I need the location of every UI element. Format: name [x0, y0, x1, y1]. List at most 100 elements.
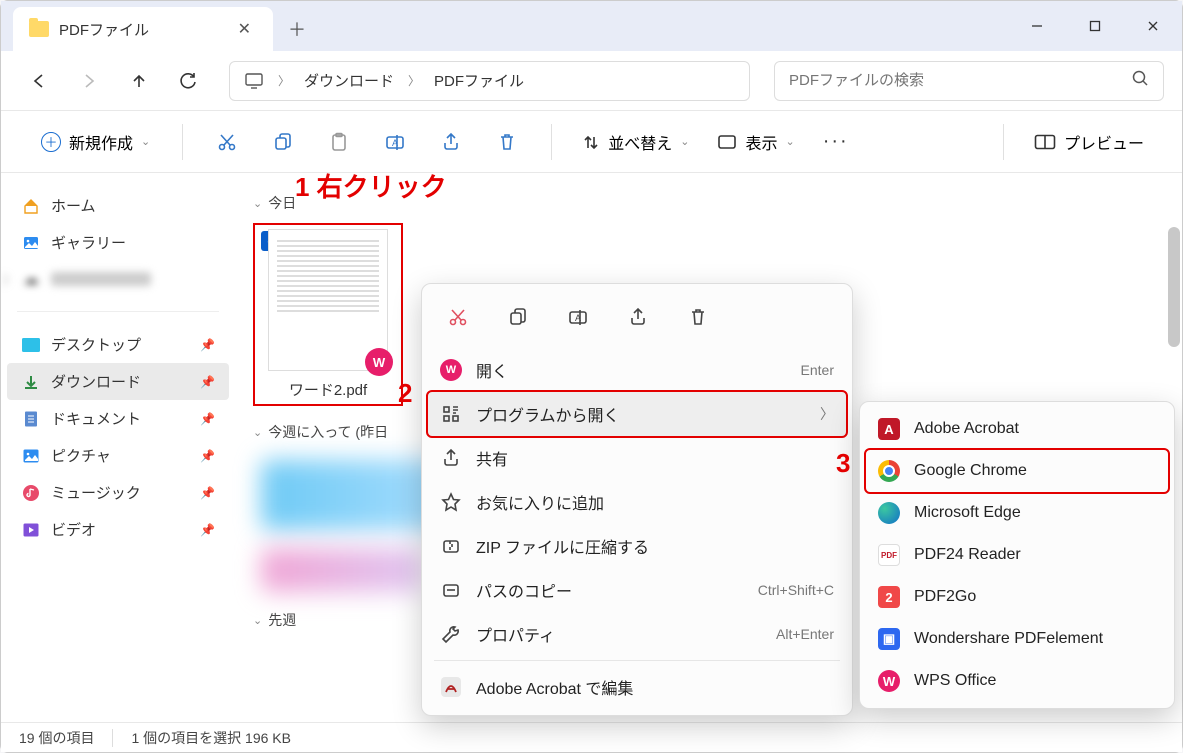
sort-label: 並べ替え — [608, 130, 672, 154]
sidebar-item-gallery[interactable]: ギャラリー — [7, 224, 229, 261]
paste-button — [315, 122, 363, 162]
copy-button[interactable] — [492, 296, 544, 338]
sidebar-label: ホーム — [51, 195, 96, 216]
sidebar-item-music[interactable]: ミュージック 📌 — [7, 474, 229, 511]
folder-icon — [29, 21, 49, 37]
forward-button[interactable] — [69, 61, 109, 101]
address-bar[interactable]: 〉 ダウンロード 〉 PDFファイル — [229, 61, 750, 101]
video-icon — [21, 520, 41, 540]
breadcrumb-seg-2[interactable]: PDFファイル — [434, 70, 524, 91]
delete-button[interactable] — [672, 296, 724, 338]
sidebar-item-documents[interactable]: ドキュメント 📌 — [7, 400, 229, 437]
search-box[interactable] — [774, 61, 1164, 101]
group-label: 先週 — [268, 610, 296, 630]
sidebar-item-desktop[interactable]: デスクトップ 📌 — [7, 326, 229, 363]
preview-button[interactable]: プレビュー — [1024, 124, 1154, 160]
sidebar-item-videos[interactable]: ビデオ 📌 — [7, 511, 229, 548]
chevron-down-icon: ⌄ — [141, 135, 150, 148]
submenu-acrobat[interactable]: A Adobe Acrobat — [866, 408, 1168, 450]
sidebar-item-hidden[interactable]: 〉 ☁ — [7, 261, 229, 297]
refresh-button[interactable] — [169, 61, 209, 101]
document-icon — [21, 409, 41, 429]
context-label: Adobe Acrobat で編集 — [476, 675, 633, 699]
tab-close-button[interactable]: ✕ — [232, 15, 257, 43]
zip-icon — [440, 535, 462, 557]
rename-button[interactable]: A — [371, 122, 419, 162]
submenu-wondershare[interactable]: ▣ Wondershare PDFelement — [866, 618, 1168, 660]
submenu-wps[interactable]: W WPS Office — [866, 660, 1168, 702]
new-tab-button[interactable]: ＋ — [273, 7, 321, 51]
sidebar-item-downloads[interactable]: ダウンロード 📌 — [7, 363, 229, 400]
sidebar-item-home[interactable]: ホーム — [7, 187, 229, 224]
window-controls — [1008, 1, 1182, 51]
delete-button[interactable] — [483, 122, 531, 162]
new-button[interactable]: ＋ 新規作成 ⌄ — [29, 124, 162, 160]
sidebar-item-pictures[interactable]: ピクチャ 📌 — [7, 437, 229, 474]
shortcut-label: Alt+Enter — [776, 626, 834, 642]
pin-icon: 📌 — [200, 375, 215, 389]
plus-icon: ＋ — [41, 132, 61, 152]
pdf24-icon: PDF — [878, 544, 900, 566]
submenu-pdf2go[interactable]: 2 PDF2Go — [866, 576, 1168, 618]
wondershare-icon: ▣ — [878, 628, 900, 650]
context-zip[interactable]: ZIP ファイルに圧縮する — [428, 524, 846, 568]
up-button[interactable] — [119, 61, 159, 101]
sidebar-label: ギャラリー — [51, 232, 126, 253]
context-label: 開く — [476, 358, 508, 382]
sidebar-label: ピクチャ — [51, 445, 111, 466]
submenu-label: Adobe Acrobat — [914, 420, 1019, 438]
breadcrumb-seg-1[interactable]: ダウンロード — [304, 70, 394, 91]
minimize-button[interactable] — [1008, 1, 1066, 51]
maximize-button[interactable] — [1066, 1, 1124, 51]
submenu-edge[interactable]: Microsoft Edge — [866, 492, 1168, 534]
context-open[interactable]: W 開く Enter — [428, 348, 846, 392]
scrollbar[interactable] — [1168, 227, 1180, 347]
cut-button[interactable] — [203, 122, 251, 162]
toolbar-separator — [1003, 124, 1004, 160]
close-button[interactable] — [1124, 1, 1182, 51]
copy-button[interactable] — [259, 122, 307, 162]
submenu-label: WPS Office — [914, 672, 996, 690]
cloud-icon: ☁ — [21, 269, 41, 289]
submenu-pdf24[interactable]: PDF PDF24 Reader — [866, 534, 1168, 576]
toolbar-separator — [551, 124, 552, 160]
chevron-down-icon: ⌄ — [253, 426, 262, 439]
chevron-right-icon: 〉 — [3, 271, 15, 288]
pictures-icon — [21, 446, 41, 466]
share-button[interactable] — [427, 122, 475, 162]
sidebar-label: ダウンロード — [51, 371, 141, 392]
navbar: 〉 ダウンロード 〉 PDFファイル — [1, 51, 1182, 111]
context-favorite[interactable]: お気に入りに追加 — [428, 480, 846, 524]
view-button[interactable]: 表示 ⌄ — [707, 124, 804, 160]
submenu-chrome[interactable]: Google Chrome — [864, 448, 1170, 494]
context-acrobat-edit[interactable]: Adobe Acrobat で編集 — [428, 665, 846, 709]
file-name-label: ワード2.pdf — [259, 379, 397, 400]
chevron-down-icon: ⌄ — [785, 135, 794, 148]
cut-button[interactable] — [432, 296, 484, 338]
sidebar-label: デスクトップ — [51, 334, 141, 355]
pin-icon: 📌 — [200, 412, 215, 426]
context-share[interactable]: 共有 — [428, 436, 846, 480]
properties-icon — [440, 623, 462, 645]
back-button[interactable] — [19, 61, 59, 101]
context-menu: A W 開く Enter 2 プログラムから開く 〉 共有 お気に入りに追加 Z… — [421, 283, 853, 716]
rename-button[interactable]: A — [552, 296, 604, 338]
share-button[interactable] — [612, 296, 664, 338]
sort-button[interactable]: 並べ替え ⌄ — [572, 124, 699, 160]
more-button[interactable]: ··· — [813, 124, 859, 159]
context-properties[interactable]: プロパティ Alt+Enter — [428, 612, 846, 656]
search-input[interactable] — [789, 72, 1131, 89]
file-thumbnail: W — [268, 229, 388, 371]
search-icon[interactable] — [1131, 69, 1149, 92]
context-open-with[interactable]: プログラムから開く 〉 — [426, 390, 848, 438]
status-count: 19 個の項目 — [19, 728, 94, 748]
context-copy-path[interactable]: パスのコピー Ctrl+Shift+C — [428, 568, 846, 612]
submenu-label: PDF24 Reader — [914, 546, 1021, 564]
open-with-submenu: A Adobe Acrobat 3 Google Chrome Microsof… — [859, 401, 1175, 709]
file-item[interactable]: ✓ W ワード2.pdf — [253, 223, 403, 406]
tab-active[interactable]: PDFファイル ✕ — [13, 7, 273, 51]
view-icon — [717, 134, 737, 150]
breadcrumb-sep: 〉 — [278, 72, 290, 89]
pin-icon: 📌 — [200, 486, 215, 500]
group-header-today[interactable]: ⌄ 今日 — [253, 193, 1164, 213]
